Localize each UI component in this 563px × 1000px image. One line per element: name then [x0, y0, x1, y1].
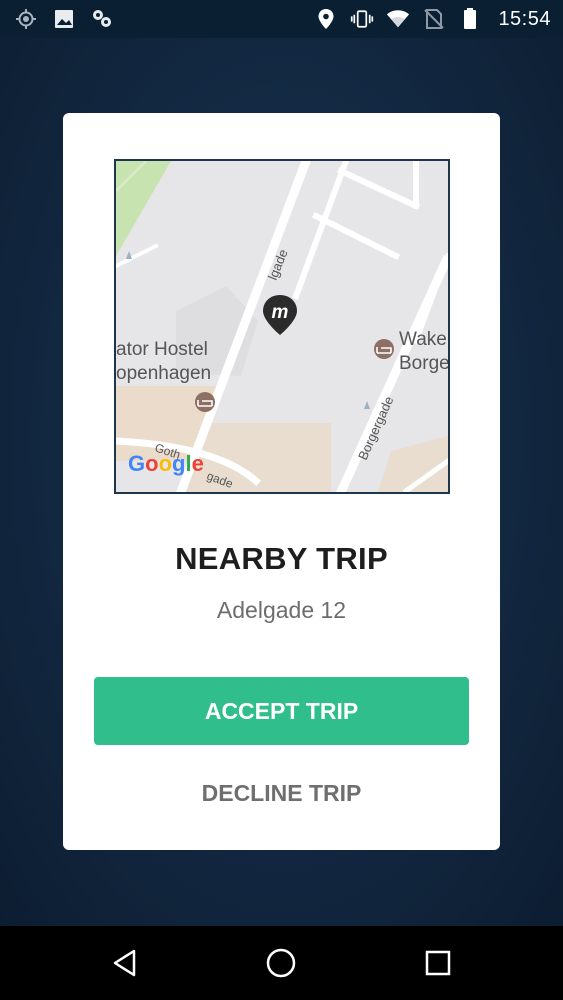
navigation-bar: [0, 926, 563, 1000]
map-label-hostel-2: openhagen: [116, 363, 211, 384]
hotel-poi-icon: [195, 392, 215, 412]
trip-map[interactable]: lgade Borgergade Goth gade ator Hostel o…: [114, 159, 450, 494]
image-icon: [52, 7, 76, 31]
nearby-trip-dialog: lgade Borgergade Goth gade ator Hostel o…: [63, 113, 500, 850]
status-bar: 15:54: [0, 0, 563, 38]
recents-icon[interactable]: [420, 945, 456, 981]
dialog-title: NEARBY TRIP: [175, 541, 388, 576]
location-pin-icon: [314, 7, 338, 31]
no-sim-icon: [422, 7, 446, 31]
location-target-icon: [14, 7, 38, 31]
decline-trip-button[interactable]: DECLINE TRIP: [94, 773, 469, 813]
status-time: 15:54: [498, 7, 551, 30]
accept-trip-button[interactable]: ACCEPT TRIP: [94, 677, 469, 745]
map-label-wake-2: Borge: [399, 353, 448, 374]
marker-letter: m: [272, 302, 289, 323]
map-label-hostel-1: ator Hostel: [116, 339, 208, 360]
hotel-poi-icon-2: [374, 339, 394, 359]
app-icon: [90, 7, 114, 31]
wifi-icon: [386, 7, 410, 31]
back-icon[interactable]: [107, 945, 143, 981]
home-icon[interactable]: [263, 945, 299, 981]
trip-address: Adelgade 12: [216, 597, 347, 623]
google-attribution: Google: [128, 451, 204, 476]
google-logo: Google: [128, 451, 204, 476]
vibrate-icon: [350, 7, 374, 31]
map-label-wake-1: Wake: [399, 329, 447, 350]
battery-icon: [458, 7, 482, 31]
